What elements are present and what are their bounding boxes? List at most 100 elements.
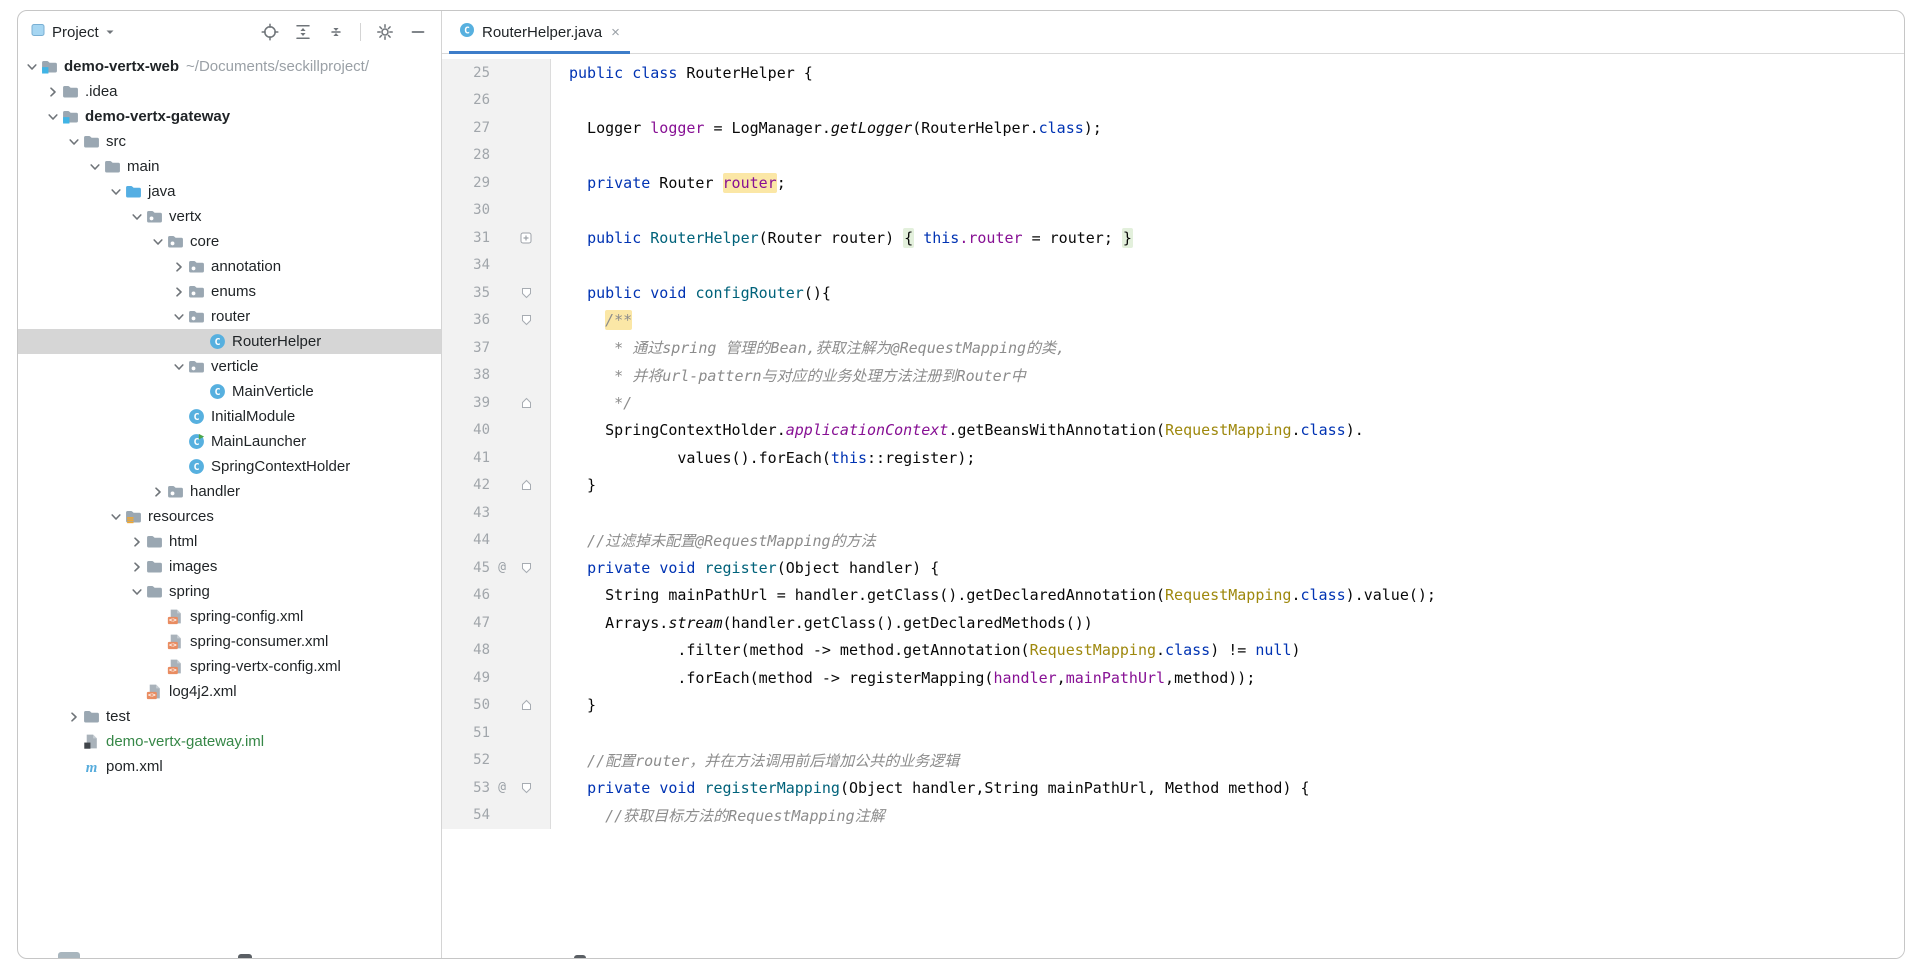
code-line-46[interactable]: 46 String mainPathUrl = handler.getClass… <box>442 582 1904 610</box>
code-text[interactable]: values().forEach(this::register); <box>551 449 975 467</box>
code-text[interactable]: } <box>551 476 596 494</box>
tree-item-vertx[interactable]: vertx <box>18 204 441 229</box>
code-line-25[interactable]: 25public class RouterHelper { <box>442 59 1904 87</box>
tree-item-spring-consumer-xml[interactable]: <>spring-consumer.xml <box>18 629 441 654</box>
tab-close-icon[interactable]: × <box>611 24 620 41</box>
tree-item-core[interactable]: core <box>18 229 441 254</box>
code-line-51[interactable]: 51 <box>442 719 1904 747</box>
code-line-52[interactable]: 52 //配置router，并在方法调用前后增加公共的业务逻辑 <box>442 747 1904 775</box>
tree-item-java[interactable]: java <box>18 179 441 204</box>
chevron-expanded-icon[interactable] <box>128 209 146 225</box>
chevron-expanded-icon[interactable] <box>107 509 125 525</box>
code-line-42[interactable]: 42 } <box>442 472 1904 500</box>
tree-item-router[interactable]: router <box>18 304 441 329</box>
code-text[interactable]: Arrays.stream(handler.getClass().getDecl… <box>551 614 1093 632</box>
code-line-44[interactable]: 44 //过滤掉未配置@RequestMapping的方法 <box>442 527 1904 555</box>
code-line-26[interactable]: 26 <box>442 87 1904 115</box>
settings-gear-icon[interactable] <box>372 19 398 45</box>
tree-item-mainverticle[interactable]: CMainVerticle <box>18 379 441 404</box>
code-line-49[interactable]: 49 .forEach(method -> registerMapping(ha… <box>442 664 1904 692</box>
tree-item-spring-vertx-config-xml[interactable]: <>spring-vertx-config.xml <box>18 654 441 679</box>
code-line-29[interactable]: 29 private Router router; <box>442 169 1904 197</box>
locate-file-icon[interactable] <box>257 19 283 45</box>
code-line-54[interactable]: 54 //获取目标方法的RequestMapping注解 <box>442 802 1904 830</box>
tree-item-annotation[interactable]: annotation <box>18 254 441 279</box>
tree-item-images[interactable]: images <box>18 554 441 579</box>
code-line-40[interactable]: 40 SpringContextHolder.applicationContex… <box>442 417 1904 445</box>
code-text[interactable]: Logger logger = LogManager.getLogger(Rou… <box>551 119 1102 137</box>
code-line-41[interactable]: 41 values().forEach(this::register); <box>442 444 1904 472</box>
code-line-39[interactable]: 39 */ <box>442 389 1904 417</box>
code-line-53[interactable]: 53@ private void registerMapping(Object … <box>442 774 1904 802</box>
code-text[interactable]: //获取目标方法的RequestMapping注解 <box>551 805 885 826</box>
code-text[interactable]: /** <box>551 311 632 329</box>
tree-item-src[interactable]: src <box>18 129 441 154</box>
tree-item-test[interactable]: test <box>18 704 441 729</box>
tree-item-pom-xml[interactable]: mpom.xml <box>18 754 441 779</box>
code-text[interactable]: private Router router; <box>551 174 786 192</box>
tree-item-demo-vertx-web[interactable]: demo-vertx-web~/Documents/seckillproject… <box>18 54 441 79</box>
code-line-31[interactable]: 31 public RouterHelper(Router router) { … <box>442 224 1904 252</box>
fold-marker-up-icon[interactable] <box>514 699 538 711</box>
tree-item-spring[interactable]: spring <box>18 579 441 604</box>
project-view-selector[interactable]: Project <box>30 22 115 43</box>
tree-item-resources[interactable]: resources <box>18 504 441 529</box>
code-text[interactable]: private void registerMapping(Object hand… <box>551 779 1310 797</box>
code-text[interactable]: .filter(method -> method.getAnnotation(R… <box>551 641 1301 659</box>
code-editor[interactable]: 25public class RouterHelper {2627 Logger… <box>442 54 1904 958</box>
expand-all-icon[interactable] <box>290 19 316 45</box>
chevron-expanded-icon[interactable] <box>23 59 41 75</box>
fold-marker-down-icon[interactable] <box>514 287 538 299</box>
hide-panel-icon[interactable] <box>405 19 431 45</box>
tree-item-demo-vertx-gateway-iml[interactable]: demo-vertx-gateway.iml <box>18 729 441 754</box>
code-line-35[interactable]: 35 public void configRouter(){ <box>442 279 1904 307</box>
chevron-collapsed-icon[interactable] <box>44 84 62 100</box>
code-line-36[interactable]: 36 /** <box>442 307 1904 335</box>
fold-marker-up-icon[interactable] <box>514 479 538 491</box>
code-text[interactable]: } <box>551 696 596 714</box>
tree-item-main[interactable]: main <box>18 154 441 179</box>
chevron-collapsed-icon[interactable] <box>170 284 188 300</box>
chevron-expanded-icon[interactable] <box>65 134 83 150</box>
code-text[interactable]: String mainPathUrl = handler.getClass().… <box>551 586 1436 604</box>
code-line-34[interactable]: 34 <box>442 252 1904 280</box>
code-text[interactable]: private void register(Object handler) { <box>551 559 939 577</box>
tree-item-enums[interactable]: enums <box>18 279 441 304</box>
tree-item-verticle[interactable]: verticle <box>18 354 441 379</box>
tree-item--idea[interactable]: .idea <box>18 79 441 104</box>
chevron-expanded-icon[interactable] <box>149 234 167 250</box>
chevron-collapsed-icon[interactable] <box>128 559 146 575</box>
code-text[interactable]: SpringContextHolder.applicationContext.g… <box>551 421 1364 439</box>
code-text[interactable]: public class RouterHelper { <box>551 64 813 82</box>
chevron-expanded-icon[interactable] <box>128 584 146 600</box>
tree-item-initialmodule[interactable]: CInitialModule <box>18 404 441 429</box>
code-line-37[interactable]: 37 * 通过spring 管理的Bean,获取注解为@RequestMappi… <box>442 334 1904 362</box>
tree-item-mainlauncher[interactable]: CMainLauncher <box>18 429 441 454</box>
chevron-collapsed-icon[interactable] <box>65 709 83 725</box>
code-line-43[interactable]: 43 <box>442 499 1904 527</box>
code-line-30[interactable]: 30 <box>442 197 1904 225</box>
code-text[interactable]: public RouterHelper(Router router) { thi… <box>551 229 1133 247</box>
tree-item-spring-config-xml[interactable]: <>spring-config.xml <box>18 604 441 629</box>
fold-marker-down-icon[interactable] <box>514 782 538 794</box>
chevron-collapsed-icon[interactable] <box>170 259 188 275</box>
fold-marker-up-icon[interactable] <box>514 397 538 409</box>
code-line-38[interactable]: 38 * 并将url-pattern与对应的业务处理方法注册到Router中 <box>442 362 1904 390</box>
code-line-28[interactable]: 28 <box>442 142 1904 170</box>
fold-marker-down-icon[interactable] <box>514 562 538 574</box>
chevron-expanded-icon[interactable] <box>44 109 62 125</box>
fold-marker-plus-icon[interactable] <box>514 232 538 244</box>
tree-item-handler[interactable]: handler <box>18 479 441 504</box>
code-text[interactable]: public void configRouter(){ <box>551 284 831 302</box>
chevron-collapsed-icon[interactable] <box>128 534 146 550</box>
code-text[interactable]: //过滤掉未配置@RequestMapping的方法 <box>551 530 876 551</box>
code-line-27[interactable]: 27 Logger logger = LogManager.getLogger(… <box>442 114 1904 142</box>
chevron-expanded-icon[interactable] <box>170 359 188 375</box>
code-text[interactable]: //配置router，并在方法调用前后增加公共的业务逻辑 <box>551 750 959 771</box>
code-line-47[interactable]: 47 Arrays.stream(handler.getClass().getD… <box>442 609 1904 637</box>
code-line-50[interactable]: 50 } <box>442 692 1904 720</box>
tree-item-routerhelper[interactable]: CRouterHelper <box>18 329 441 354</box>
chevron-expanded-icon[interactable] <box>170 309 188 325</box>
tree-item-html[interactable]: html <box>18 529 441 554</box>
tree-item-log4j2-xml[interactable]: <>log4j2.xml <box>18 679 441 704</box>
